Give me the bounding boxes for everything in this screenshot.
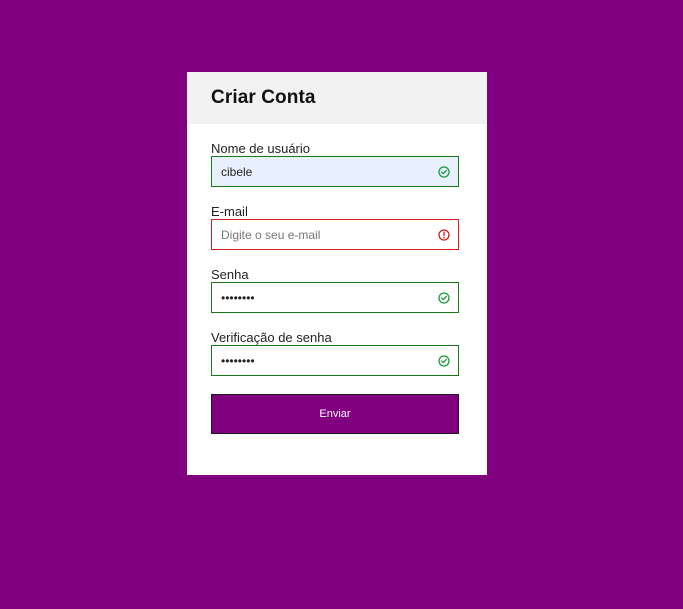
password-check-label: Verificação de senha — [211, 330, 332, 345]
email-input-wrapper — [211, 219, 459, 250]
password-input[interactable] — [212, 283, 458, 312]
password-input-wrapper — [211, 282, 459, 313]
check-circle-icon — [438, 355, 450, 367]
password-check-input-wrapper — [211, 345, 459, 376]
username-input-wrapper — [211, 156, 459, 187]
exclamation-circle-icon — [438, 229, 450, 241]
submit-button[interactable]: Enviar — [211, 394, 459, 434]
email-input[interactable] — [212, 220, 458, 249]
email-field: E-mail — [211, 204, 459, 250]
password-field: Senha — [211, 267, 459, 313]
password-check-field: Verificação de senha — [211, 330, 459, 376]
email-label: E-mail — [211, 204, 248, 219]
username-label: Nome de usuário — [211, 141, 310, 156]
check-circle-icon — [438, 166, 450, 178]
page-title: Criar Conta — [211, 86, 316, 108]
password-check-input[interactable] — [212, 346, 458, 375]
signup-form: Nome de usuário E-mail — [187, 141, 487, 434]
check-circle-icon — [438, 292, 450, 304]
username-field: Nome de usuário — [211, 141, 459, 187]
password-label: Senha — [211, 267, 249, 282]
card-header: Criar Conta — [187, 72, 487, 124]
username-input[interactable] — [212, 157, 458, 186]
signup-card: Criar Conta Nome de usuário E-mail — [187, 72, 487, 475]
